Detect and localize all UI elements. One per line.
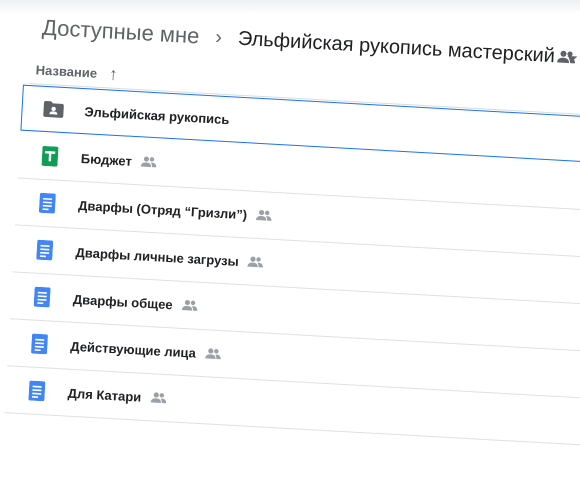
file-name: Для Катари [67,385,142,405]
breadcrumb-separator-icon: › [214,25,223,49]
shared-people-icon [140,155,159,168]
file-name: Действующие лица [70,338,197,361]
drive-file-list-view: Доступные мне › Эльфийская рукопись маст… [0,0,580,499]
shared-people-icon [149,391,168,404]
docs-icon [29,239,60,261]
shared-folder-icon [38,100,69,120]
file-name: Дварфы (Отряд “Гризли”) [77,197,248,222]
shared-people-icon [246,255,265,268]
docs-icon [21,380,52,402]
docs-icon [27,286,58,308]
file-name: Дварфы личные загрузы [75,244,240,269]
arrow-up-icon[interactable]: ↑ [109,64,119,83]
shared-people-icon[interactable] [557,49,576,69]
breadcrumb-shared-with-me[interactable]: Доступные мне [41,15,200,50]
shared-people-icon [255,209,274,222]
shared-people-icon [180,299,199,312]
sheets-icon [34,145,65,167]
file-name: Дварфы общее [72,291,174,312]
column-header-label: Название [35,62,98,81]
file-name: Бюджет [80,150,133,169]
column-header-name[interactable]: Название ↑ [35,61,119,84]
docs-icon [32,192,63,214]
breadcrumb: Доступные мне › Эльфийская рукопись маст… [41,8,578,78]
file-name: Эльфийская рукопись [84,103,230,127]
breadcrumb-current-folder[interactable]: Эльфийская рукопись мастерский [237,27,577,69]
current-folder-title: Эльфийская рукопись мастерский [237,27,556,67]
docs-icon [24,333,55,355]
shared-people-icon [204,347,223,360]
